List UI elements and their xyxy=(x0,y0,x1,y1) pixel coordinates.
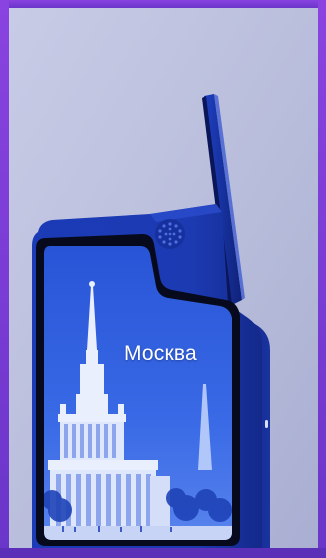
city-label: Москва xyxy=(124,342,197,365)
speaker-grille-icon xyxy=(155,219,185,249)
side-button xyxy=(265,420,268,428)
kiosk-scene: Москва xyxy=(0,0,326,558)
kiosk-illustration xyxy=(32,94,270,548)
